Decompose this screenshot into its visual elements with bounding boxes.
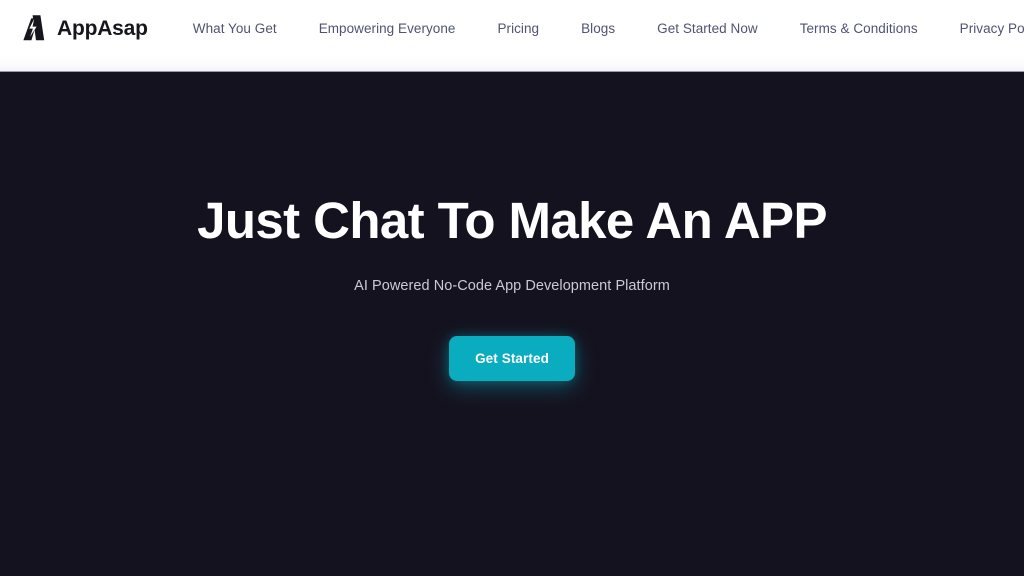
brand-name: AppAsap xyxy=(57,16,148,40)
nav-item-empowering-everyone[interactable]: Empowering Everyone xyxy=(319,15,456,42)
nav-item-privacy-policy[interactable]: Privacy Policy xyxy=(960,15,1024,42)
nav-item-get-started-now[interactable]: Get Started Now xyxy=(657,15,758,42)
nav-item-blogs[interactable]: Blogs xyxy=(581,15,615,42)
cta-container: Get Started xyxy=(0,336,1024,381)
header-shadow xyxy=(0,56,1024,72)
nav-item-pricing[interactable]: Pricing xyxy=(497,15,539,42)
nav-item-terms-and-conditions[interactable]: Terms & Conditions xyxy=(800,15,918,42)
nav-item-what-you-get[interactable]: What You Get xyxy=(193,15,277,42)
hero-section: Just Chat To Make An APP AI Powered No-C… xyxy=(0,56,1024,576)
header-divider xyxy=(0,71,1024,72)
brand-logo-link[interactable]: AppAsap xyxy=(18,13,148,43)
get-started-button[interactable]: Get Started xyxy=(449,336,575,381)
site-header: AppAsap What You Get Empowering Everyone… xyxy=(0,0,1024,56)
appasap-lightning-logo-icon xyxy=(18,13,48,43)
main-navigation: What You Get Empowering Everyone Pricing… xyxy=(193,15,1024,42)
landing-page: AppAsap What You Get Empowering Everyone… xyxy=(0,0,1024,576)
page-title: Just Chat To Make An APP xyxy=(197,192,827,249)
hero-subtitle: AI Powered No-Code App Development Platf… xyxy=(354,278,670,294)
